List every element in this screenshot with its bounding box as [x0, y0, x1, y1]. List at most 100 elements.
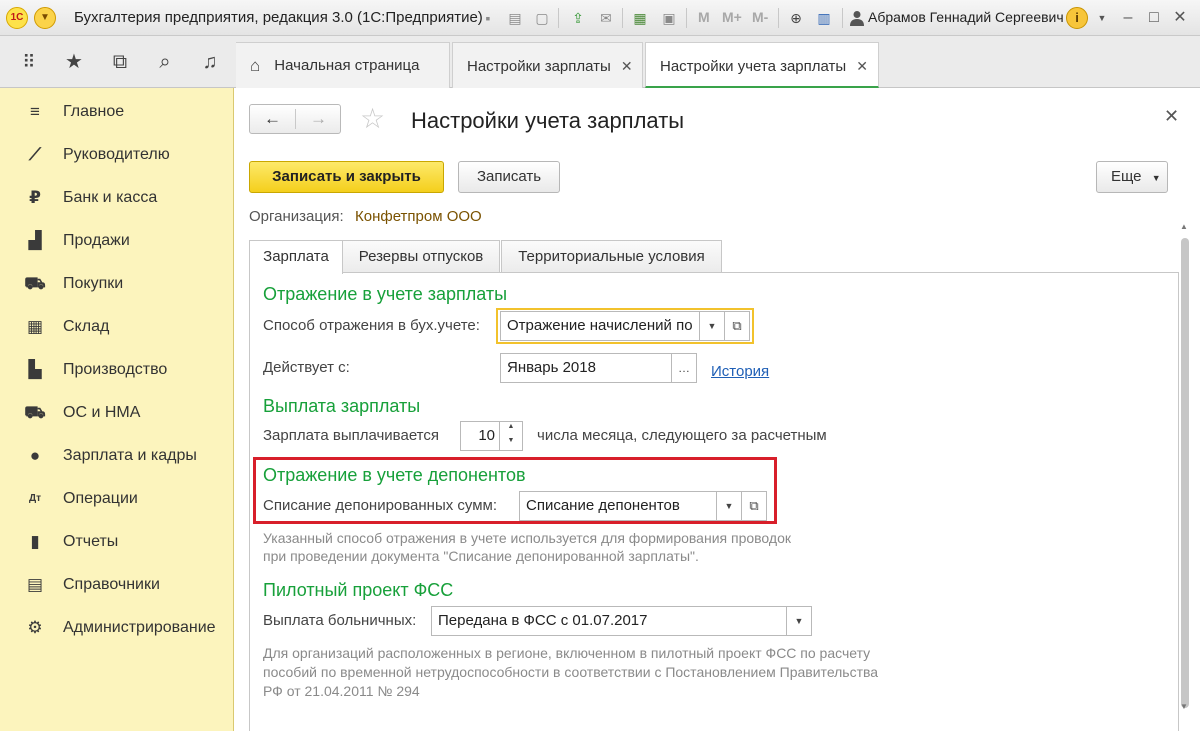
open-icon[interactable]: ⧉ [724, 311, 750, 341]
minimize-icon[interactable]: – [1116, 6, 1140, 30]
tab-territorial-conditions[interactable]: Территориальные условия [501, 240, 722, 273]
books-icon: ▤ [26, 575, 44, 594]
dropdown-arrow-icon[interactable]: ▼ [716, 491, 742, 521]
save-button[interactable]: Записать [458, 161, 560, 193]
ruble-coin-icon: ₽ [29, 188, 41, 207]
tab-home[interactable]: ⌂ Начальная страница [236, 42, 450, 88]
sidebar-item-reports[interactable]: ▮ Отчеты [0, 524, 234, 560]
dropdown-arrow-icon[interactable]: ▼ [699, 311, 725, 341]
trend-icon: ⟋ [29, 145, 41, 164]
stepper-up-icon[interactable]: ▲ [500, 423, 522, 430]
toolbar-separator [686, 8, 687, 28]
scrollbar-thumb[interactable] [1181, 238, 1189, 708]
truck-icon: ⛟ [24, 403, 46, 422]
tab-vacation-reserves[interactable]: Резервы отпусков [342, 240, 500, 273]
panel-icon[interactable]: ▥ [814, 8, 834, 28]
sidebar-item-sales[interactable]: ▟ Продажи [0, 223, 234, 259]
section-heading-deposits: Отражение в учете депонентов [263, 465, 526, 485]
sidebar-item-bank[interactable]: ₽ Банк и касса [0, 180, 234, 216]
bar-chart-icon: ▮ [30, 532, 40, 551]
pay-label: Зарплата выплачивается [263, 427, 439, 444]
toolbar-separator [558, 8, 559, 28]
sidebar-item-director[interactable]: ⟋ Руководителю [0, 137, 234, 173]
scroll-down-icon[interactable]: ▼ [1180, 702, 1188, 711]
mail-icon[interactable]: ✉ [596, 8, 616, 28]
apps-grid-icon[interactable]: ⠿ [17, 50, 41, 74]
top-panel: ⠿ ★ ⧉ ⌕ ♫ ⌂ Начальная страница Настройки … [0, 36, 1200, 88]
history-link[interactable]: История [711, 363, 769, 380]
open-icon[interactable]: ⧉ [741, 491, 767, 521]
search-icon[interactable]: ⌕ [153, 50, 177, 74]
info-icon[interactable]: i [1066, 7, 1088, 29]
writeoff-field[interactable]: Списание депонентов [519, 491, 717, 521]
dt-kt-icon: Дт [28, 493, 42, 504]
vertical-scrollbar[interactable]: ▲ ▼ [1178, 222, 1192, 711]
gear-icon: ⚙ [27, 618, 43, 637]
pay-day-input[interactable]: 10 [460, 421, 500, 451]
factory-icon: ▙ [28, 360, 42, 379]
toolbar-separator [778, 8, 779, 28]
pay-day-stepper[interactable]: ▲ ▼ [499, 421, 523, 451]
close-tab-icon[interactable]: ✕ [621, 58, 633, 74]
favorites-star-icon[interactable]: ★ [62, 50, 86, 74]
fss-note-line2: пособий по временной нетрудоспособности … [263, 664, 879, 680]
tab-salary-accounting-settings[interactable]: Настройки учета зарплаты ✕ [645, 42, 879, 88]
preview-icon[interactable]: ▢ [532, 8, 552, 28]
favorite-star-icon[interactable]: ☆ [360, 104, 385, 134]
valid-from-field[interactable]: Январь 2018 [500, 353, 672, 383]
memory-button[interactable]: M [698, 9, 710, 25]
home-icon: ⌂ [250, 56, 261, 76]
dropdown-icon[interactable]: ▼ [1090, 6, 1114, 30]
sidebar-item-operations[interactable]: Дт Операции [0, 481, 234, 517]
maximize-icon[interactable]: □ [1142, 6, 1166, 30]
sidebar-item-catalogs[interactable]: ▤ Справочники [0, 567, 234, 603]
chevron-down-icon: ▼ [1151, 173, 1161, 183]
sidebar-item-purchases[interactable]: ⛟ Покупки [0, 266, 234, 302]
calendar-icon[interactable]: ▣ [659, 8, 679, 28]
save-icon[interactable]: ▪ [478, 8, 498, 28]
title-bar: 1С ▼ Бухгалтерия предприятия, редакция 3… [0, 0, 1200, 36]
valid-from-label: Действует с: [263, 359, 350, 376]
close-icon[interactable]: ✕ [1168, 6, 1192, 30]
save-and-close-button[interactable]: Записать и закрыть [249, 161, 444, 193]
calculator-icon[interactable]: ▦ [630, 8, 650, 28]
user-name[interactable]: Абрамов Геннадий Сергеевич [868, 9, 1064, 25]
sidebar-item-production[interactable]: ▙ Производство [0, 352, 234, 388]
tab-salary[interactable]: Зарплата [249, 240, 343, 274]
organization-label: Организация: [249, 208, 344, 225]
scroll-up-icon[interactable]: ▲ [1180, 222, 1188, 231]
ellipsis-icon[interactable]: … [671, 353, 697, 383]
memory-plus-button[interactable]: M+ [722, 9, 742, 25]
sidebar-item-main[interactable]: ≡ Главное [0, 94, 234, 130]
sidebar: ≡ Главное ⟋ Руководителю ₽ Банк и касса … [0, 88, 234, 731]
shopping-bag-icon: ▟ [28, 231, 42, 250]
sidebar-item-fixed-assets[interactable]: ⛟ ОС и НМА [0, 395, 234, 431]
sidebar-item-warehouse[interactable]: ▦ Склад [0, 309, 234, 345]
memory-minus-button[interactable]: M- [752, 9, 768, 25]
cart-icon: ⛟ [24, 274, 46, 293]
zoom-icon[interactable]: ⊕ [786, 8, 806, 28]
more-button[interactable]: Еще ▼ [1096, 161, 1168, 193]
fss-note-line1: Для организаций расположенных в регионе,… [263, 645, 871, 661]
close-tab-icon[interactable]: ✕ [856, 58, 868, 74]
upload-icon[interactable]: ⇪ [568, 8, 588, 28]
method-field[interactable]: Отражение начислений по [500, 311, 702, 341]
fss-note-line3: РФ от 21.04.2011 № 294 [263, 683, 420, 699]
close-form-icon[interactable]: ✕ [1164, 106, 1179, 127]
pay-suffix: числа месяца, следующего за расчетным [537, 427, 827, 444]
forward-arrow-icon[interactable]: → [296, 105, 341, 133]
back-arrow-icon[interactable]: ← [250, 105, 295, 133]
bell-icon[interactable]: ♫ [198, 50, 222, 74]
sidebar-item-salary[interactable]: ● Зарплата и кадры [0, 438, 234, 474]
print-icon[interactable]: ▤ [505, 8, 525, 28]
main-menu-button[interactable]: ▼ [34, 7, 56, 29]
app-logo-icon: 1С [6, 7, 28, 29]
stepper-down-icon[interactable]: ▼ [500, 437, 522, 444]
organization-value[interactable]: Конфетпром ООО [355, 208, 482, 225]
window-title: Бухгалтерия предприятия, редакция 3.0 (1… [74, 9, 483, 26]
dropdown-arrow-icon[interactable]: ▼ [786, 606, 812, 636]
tab-salary-settings[interactable]: Настройки зарплаты ✕ [452, 42, 643, 88]
history-icon[interactable]: ⧉ [108, 50, 132, 74]
sick-field[interactable]: Передана в ФСС с 01.07.2017 [431, 606, 787, 636]
sidebar-item-administration[interactable]: ⚙ Администрирование [0, 610, 234, 646]
